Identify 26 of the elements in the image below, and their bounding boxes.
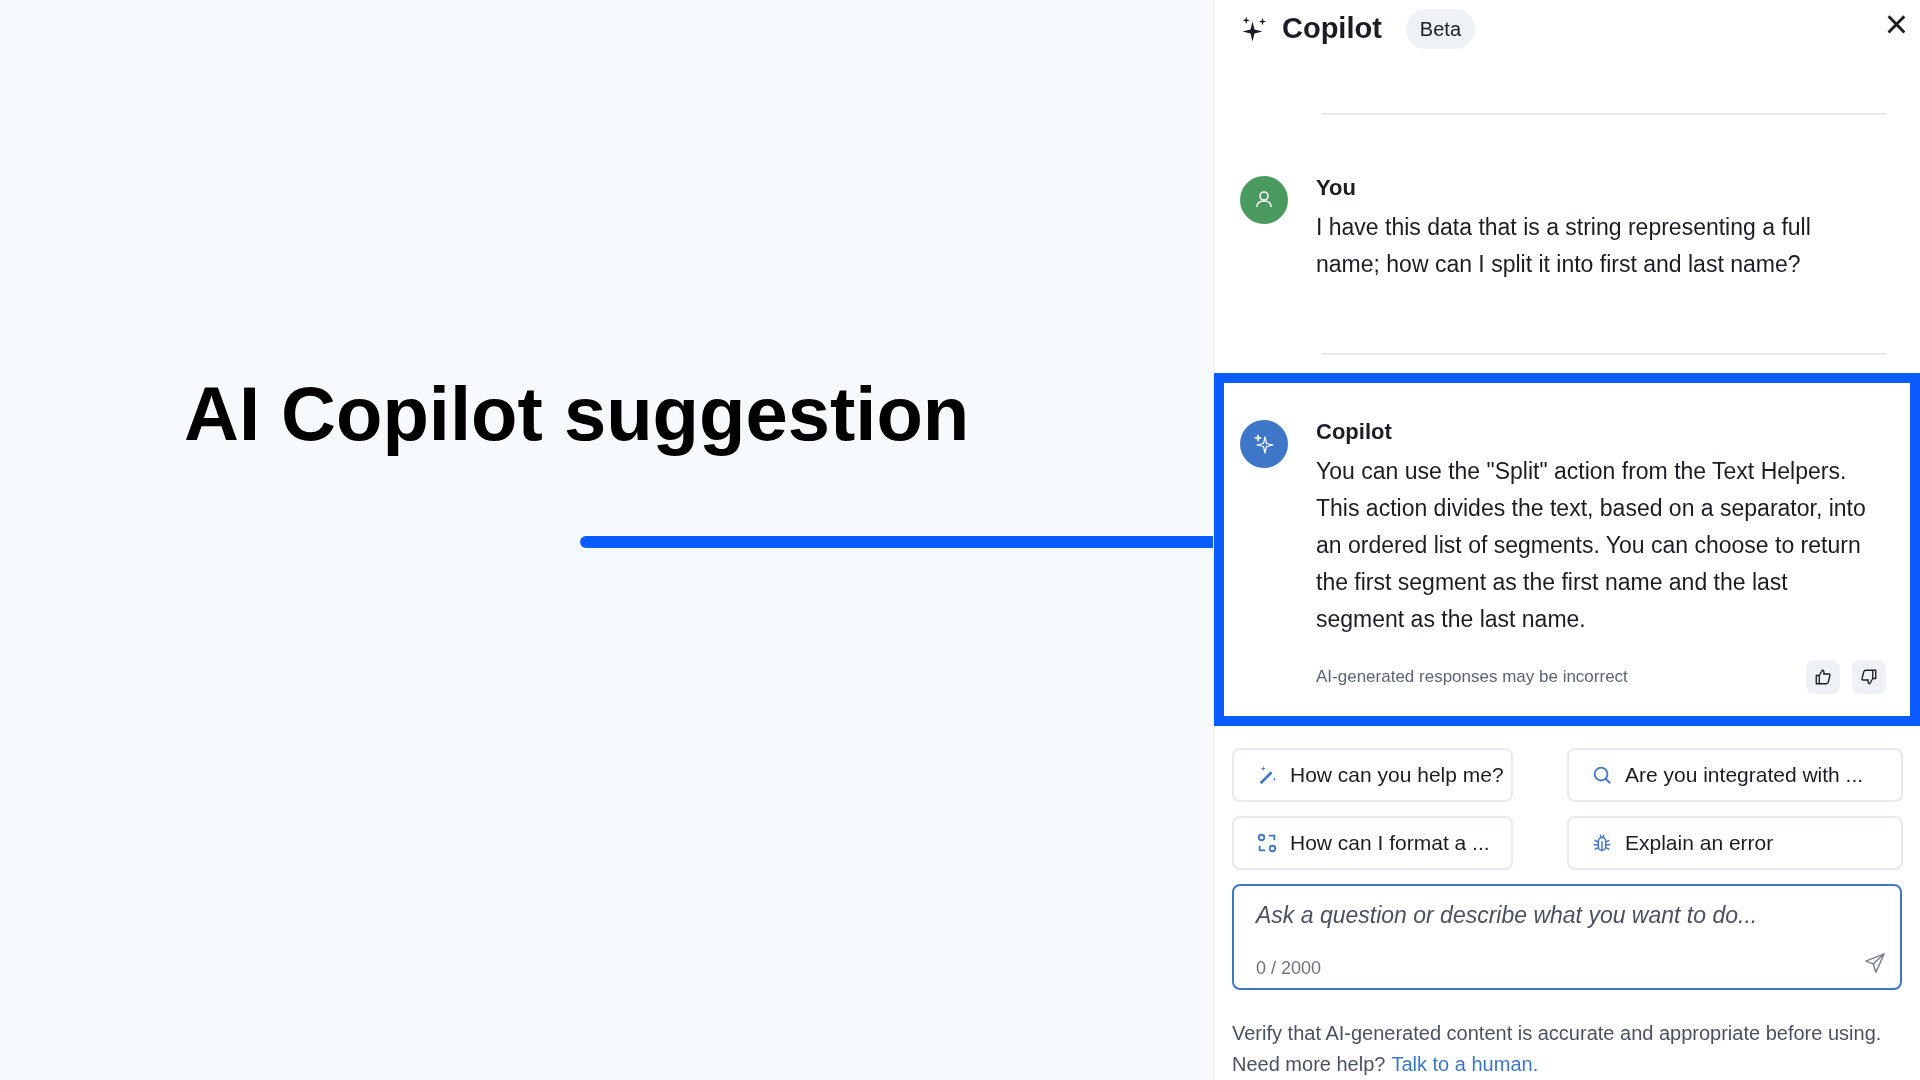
thumbs-down-button[interactable]: [1852, 660, 1886, 694]
thumbs-up-icon: [1814, 668, 1832, 686]
copilot-avatar-icon: [1240, 420, 1288, 468]
send-icon[interactable]: [1864, 952, 1886, 974]
suggestion-chip[interactable]: How can I format a ...: [1232, 816, 1513, 870]
character-counter: 0 / 2000: [1256, 957, 1322, 980]
suggestion-chip[interactable]: Are you integrated with ...: [1567, 748, 1903, 802]
thumbs-down-icon: [1860, 668, 1878, 686]
help-text: Need more help?: [1232, 1052, 1386, 1077]
thumbs-up-button[interactable]: [1806, 660, 1840, 694]
talk-to-human-link[interactable]: Talk to a human.: [1391, 1049, 1539, 1080]
convert-icon: [1256, 832, 1278, 854]
author-name: Copilot: [1316, 418, 1393, 446]
close-button[interactable]: ×: [1884, 4, 1908, 44]
beta-badge: Beta: [1405, 8, 1475, 49]
panel-title: Copilot: [1282, 10, 1382, 46]
bug-icon: [1591, 832, 1613, 854]
author-name: You: [1316, 174, 1357, 202]
message-text: You can use the "Split" action from the Text Helpers. This action divides the text, based on a separator, into an ordered list of segments. You can choose to return the first segment as the first name and the last segment as the last name.: [1316, 457, 1867, 634]
suggestion-chip[interactable]: How can you help me?: [1232, 748, 1513, 802]
response-disclaimer: AI-generated responses may be incorrect: [1316, 666, 1628, 689]
disclaimer-text: Verify that AI-generated content is accurate and appropriate before using.: [1232, 1021, 1883, 1046]
search-icon: [1591, 764, 1613, 786]
suggestion-chip[interactable]: Explain an error: [1567, 816, 1903, 870]
message-text: I have this data that is a string representing a full name; how can I split it into first and last name?: [1316, 213, 1812, 279]
user-avatar-icon: [1240, 176, 1288, 224]
